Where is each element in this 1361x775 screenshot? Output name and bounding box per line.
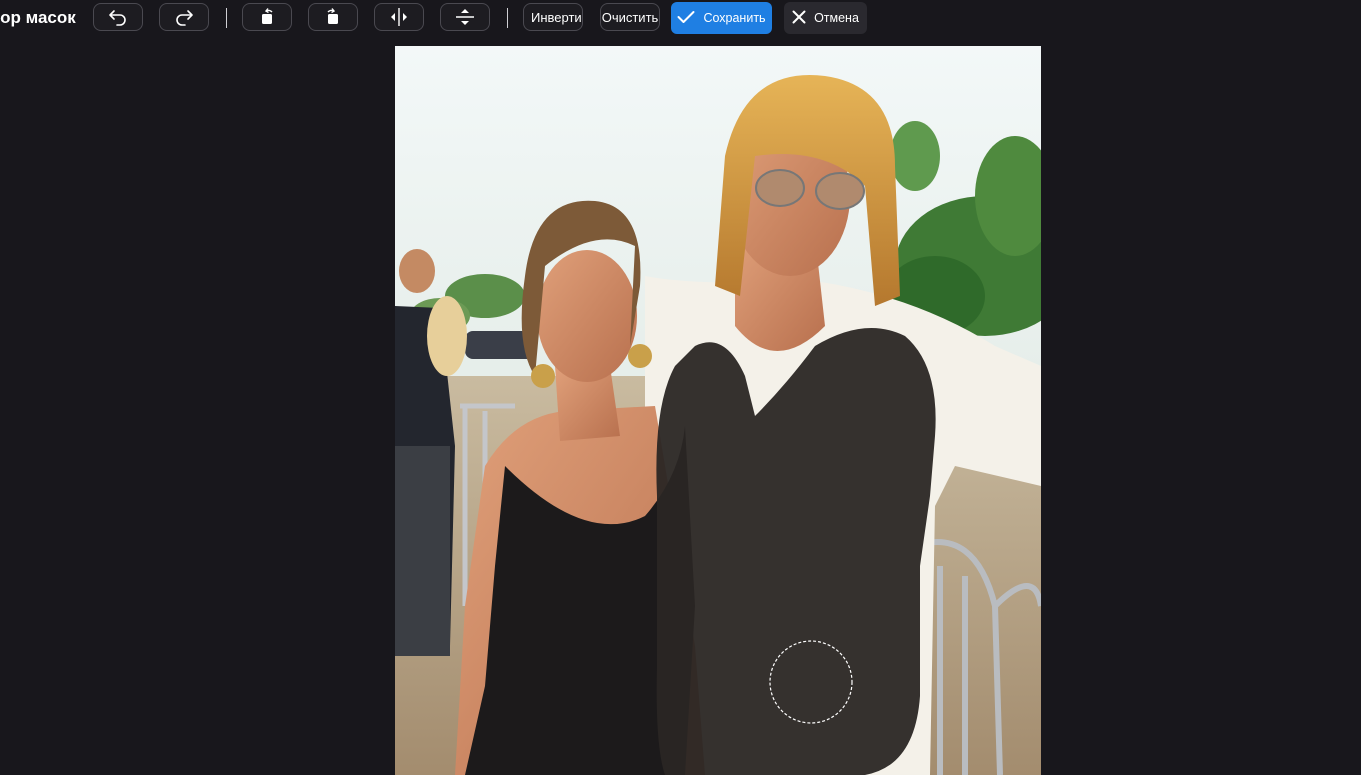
- rotate-right-button[interactable]: [308, 3, 358, 31]
- save-label: Сохранить: [703, 11, 766, 25]
- check-icon: [677, 10, 695, 27]
- toolbar-divider: [226, 8, 227, 28]
- flip-horizontal-icon: [388, 7, 410, 27]
- flip-vertical-icon: [454, 7, 476, 27]
- toolbar: тор масок Инвертиро Очистить: [0, 0, 1361, 36]
- undo-icon: [108, 8, 128, 26]
- undo-button[interactable]: [93, 3, 143, 31]
- rotate-left-button[interactable]: [242, 3, 292, 31]
- cancel-label: Отмена: [814, 11, 859, 25]
- toolbar-divider: [507, 8, 508, 28]
- close-icon: [792, 10, 806, 27]
- flip-vertical-button[interactable]: [440, 3, 490, 31]
- flip-horizontal-button[interactable]: [374, 3, 424, 31]
- photo: [395, 46, 1041, 775]
- clear-button[interactable]: Очистить: [600, 3, 660, 31]
- save-button[interactable]: Сохранить: [671, 2, 772, 34]
- editor-title: тор масок: [0, 8, 76, 27]
- mask-canvas[interactable]: [395, 46, 1041, 775]
- redo-icon: [174, 8, 194, 26]
- rotate-right-icon: [323, 7, 343, 27]
- cancel-button[interactable]: Отмена: [784, 2, 867, 34]
- mask-region: [656, 328, 936, 775]
- rotate-left-icon: [257, 7, 277, 27]
- invert-button[interactable]: Инвертиро: [523, 3, 583, 31]
- redo-button[interactable]: [159, 3, 209, 31]
